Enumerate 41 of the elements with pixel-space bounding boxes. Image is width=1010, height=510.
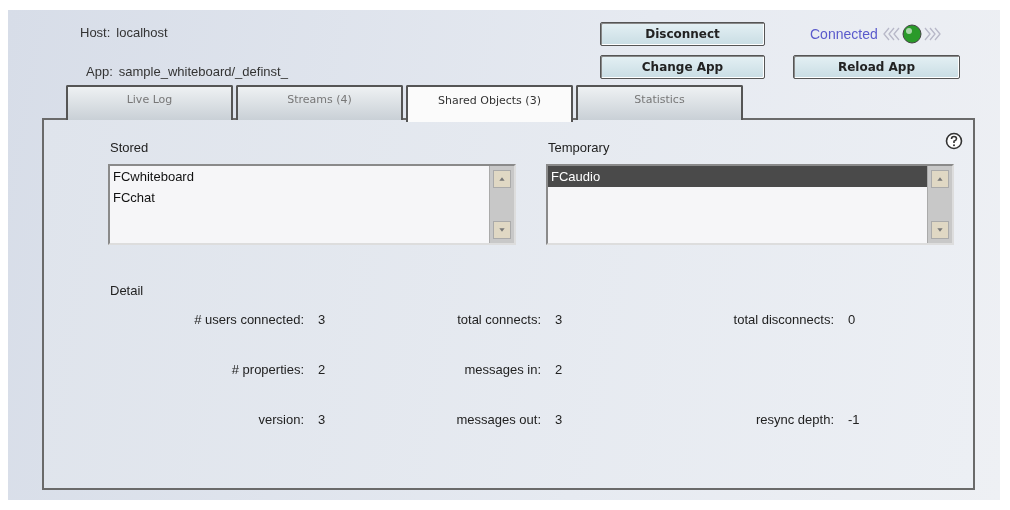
list-label: Temporary	[548, 140, 610, 155]
app-label: App:	[86, 64, 113, 79]
list-item[interactable]: FCaudio	[548, 166, 927, 187]
stat-value: 2	[555, 362, 563, 377]
help-icon[interactable]	[945, 132, 963, 150]
shared-object-list[interactable]: FCwhiteboard FCchat	[108, 164, 516, 245]
list-item[interactable]: FCchat	[110, 187, 489, 208]
list-label: Stored	[110, 140, 149, 155]
detail-heading: Detail	[110, 283, 144, 298]
host-value: localhost	[116, 25, 168, 40]
tab[interactable]: Statistics	[576, 85, 743, 120]
stat-label: total disconnects:	[733, 312, 834, 327]
host-label: Host:	[80, 25, 111, 40]
scroll-up-icon[interactable]	[493, 170, 511, 188]
stat-value: 3	[555, 312, 563, 327]
stat-value: 3	[318, 312, 326, 327]
stat-label: # properties:	[231, 362, 304, 377]
list-item[interactable]: FCwhiteboard	[110, 166, 489, 187]
tab[interactable]: Shared Objects (3)	[406, 85, 573, 122]
connection-status: Connected	[810, 26, 878, 42]
stat-value: 0	[848, 312, 856, 327]
stat-label: # users connected:	[194, 312, 304, 327]
stat-label: version:	[258, 412, 304, 427]
scroll-up-icon[interactable]	[931, 170, 949, 188]
app-value: sample_whiteboard/_definst_	[118, 64, 288, 79]
stat-value: -1	[848, 412, 860, 427]
disconnect-button[interactable]: Disconnect	[600, 22, 765, 46]
scroll-down-icon[interactable]	[931, 221, 949, 239]
scroll-down-icon[interactable]	[493, 221, 511, 239]
tab[interactable]: Streams (4)	[236, 85, 403, 120]
stat-label: messages out:	[456, 412, 541, 427]
tab[interactable]: Live Log	[66, 85, 233, 120]
reload-app-button[interactable]: Reload App	[793, 55, 960, 79]
stat-value: 3	[555, 412, 563, 427]
shared-object-list[interactable]: FCaudio	[546, 164, 954, 245]
stat-label: total connects:	[457, 312, 541, 327]
stat-label: resync depth:	[755, 412, 834, 427]
change-app-button[interactable]: Change App	[600, 55, 765, 79]
stat-label: messages in:	[464, 362, 541, 377]
stat-value: 2	[318, 362, 326, 377]
stat-value: 3	[318, 412, 326, 427]
